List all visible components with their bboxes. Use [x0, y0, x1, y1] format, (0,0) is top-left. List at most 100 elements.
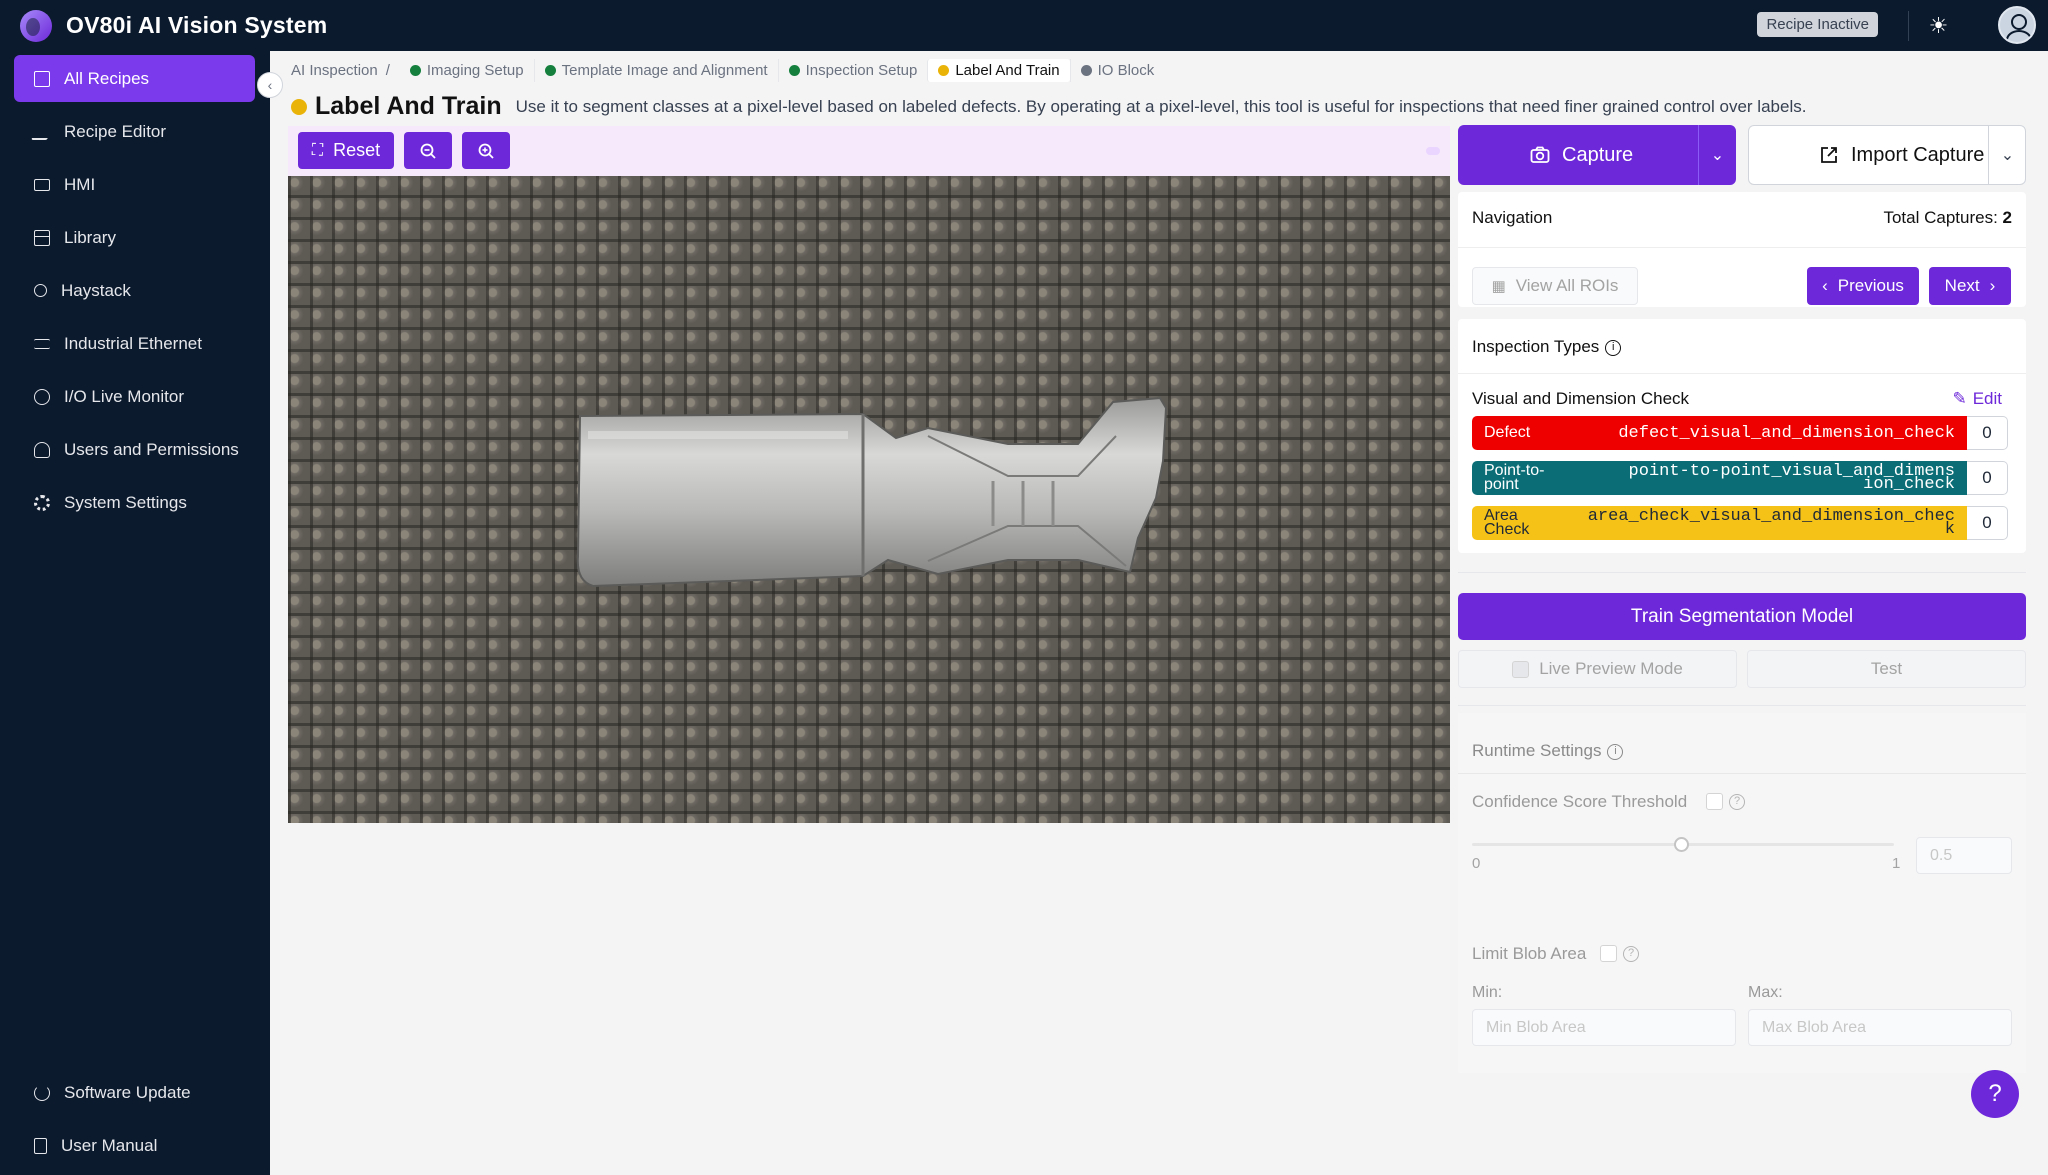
- runtime-settings-title: Runtime Settings: [1472, 741, 1602, 760]
- sidebar-item-label: User Manual: [61, 1135, 158, 1155]
- import-icon: [1821, 147, 1837, 163]
- sidebar-item-all-recipes[interactable]: All Recipes: [14, 55, 255, 102]
- step-io-block[interactable]: IO Block: [1069, 58, 1165, 82]
- capture-button[interactable]: Capture: [1458, 125, 1736, 185]
- step-template-alignment[interactable]: Template Image and Alignment: [533, 58, 778, 82]
- page-description: Use it to segment classes at a pixel-lev…: [515, 96, 1807, 116]
- class-row-area-check[interactable]: Area Check area_check_visual_and_dimensi…: [1472, 506, 2008, 540]
- info-icon[interactable]: i: [1607, 743, 1624, 760]
- sidebar-item-io-live-monitor[interactable]: I/O Live Monitor: [14, 373, 255, 420]
- step-label-and-train[interactable]: Label And Train: [927, 58, 1070, 82]
- import-capture-button[interactable]: Import Capture: [1748, 125, 2026, 185]
- sidebar-item-label: Software Update: [64, 1082, 191, 1102]
- view-all-rois-label: View All ROIs: [1515, 276, 1619, 295]
- slider-max-label: 1: [1892, 855, 1901, 872]
- breadcrumb-root[interactable]: AI Inspection: [291, 62, 378, 79]
- class-pill[interactable]: Point-to-point point-to-point_visual_and…: [1472, 461, 1967, 495]
- sidebar-item-industrial-ethernet[interactable]: Industrial Ethernet: [14, 320, 255, 367]
- class-pill[interactable]: Area Check area_check_visual_and_dimensi…: [1472, 506, 1967, 540]
- max-blob-area-input[interactable]: Max Blob Area: [1748, 1009, 2012, 1046]
- status-dot-icon: [544, 64, 556, 76]
- sidebar-item-hmi[interactable]: HMI: [14, 161, 255, 208]
- max-label: Max:: [1748, 984, 1783, 1001]
- reset-label: Reset: [333, 140, 381, 160]
- toolbar-handle-icon[interactable]: [1426, 147, 1440, 155]
- limit-blob-checkbox[interactable]: [1600, 945, 1617, 962]
- confidence-checkbox[interactable]: [1706, 793, 1723, 810]
- step-label: Inspection Setup: [805, 61, 918, 79]
- confidence-value-input[interactable]: 0.5: [1916, 837, 2012, 874]
- zoom-in-button[interactable]: [462, 132, 510, 169]
- document-icon: [34, 70, 50, 87]
- chevron-left-icon: ‹: [1822, 276, 1828, 295]
- runtime-settings-heading: Runtime Settings i: [1472, 741, 1624, 761]
- class-code: point-to-point_visual_and_dimension_chec…: [1628, 462, 1955, 494]
- metal-terminal-part-image: [576, 396, 1168, 588]
- sidebar-item-label: Users and Permissions: [64, 439, 239, 459]
- monitor-icon: [34, 388, 50, 405]
- inspection-types-card: Inspection Types i Visual and Dimension C…: [1458, 319, 2026, 553]
- class-pill[interactable]: Defect defect_visual_and_dimension_check: [1472, 416, 1967, 450]
- step-inspection-setup[interactable]: Inspection Setup: [777, 58, 928, 82]
- min-blob-area-input[interactable]: Min Blob Area: [1472, 1009, 1736, 1046]
- help-question-icon[interactable]: ?: [1971, 1070, 2019, 1118]
- inspection-types-heading: Inspection Types i: [1472, 337, 1622, 357]
- sidebar: All Recipes Recipe Editor HMI Library Ha…: [0, 51, 270, 1175]
- help-icon[interactable]: ?: [1623, 946, 1639, 962]
- confidence-threshold-label: Confidence Score Threshold: [1472, 792, 1688, 811]
- sidebar-item-recipe-editor[interactable]: Recipe Editor: [14, 108, 255, 155]
- sidebar-item-system-settings[interactable]: System Settings: [14, 479, 255, 526]
- status-dot-icon: [409, 64, 421, 76]
- live-preview-label: Live Preview Mode: [1539, 659, 1683, 678]
- live-preview-checkbox[interactable]: [1512, 660, 1530, 678]
- view-all-rois-button[interactable]: ▦ View All ROIs: [1472, 267, 1638, 305]
- info-icon[interactable]: i: [1605, 339, 1622, 356]
- search-icon: [34, 284, 47, 297]
- capture-image-canvas[interactable]: [288, 176, 1450, 823]
- test-button[interactable]: Test: [1747, 650, 2026, 688]
- total-captures-value: 2: [2002, 208, 2012, 227]
- class-count: 0: [1967, 416, 2008, 450]
- step-label: Label And Train: [955, 61, 1060, 79]
- user-avatar-icon[interactable]: [1998, 6, 2036, 44]
- sidebar-item-label: Industrial Ethernet: [64, 333, 202, 353]
- collapse-sidebar-chevron-icon[interactable]: ‹: [257, 72, 283, 98]
- app-logo-icon: [20, 9, 52, 42]
- previous-button[interactable]: ‹ Previous: [1807, 267, 1919, 305]
- sidebar-item-label: HMI: [64, 174, 96, 194]
- sidebar-item-haystack[interactable]: Haystack: [14, 267, 255, 314]
- zoom-out-icon: [420, 143, 436, 159]
- step-imaging-setup[interactable]: Imaging Setup: [400, 59, 534, 82]
- class-count: 0: [1967, 461, 2008, 495]
- live-preview-mode-toggle[interactable]: Live Preview Mode: [1458, 650, 1737, 688]
- previous-label: Previous: [1837, 276, 1904, 295]
- class-row-defect[interactable]: Defect defect_visual_and_dimension_check…: [1472, 416, 2008, 450]
- theme-toggle-sun-icon[interactable]: ☀: [1908, 11, 1958, 41]
- sidebar-item-user-manual[interactable]: User Manual: [14, 1122, 255, 1169]
- edit-button[interactable]: ✎ Edit: [1952, 389, 2002, 409]
- recipe-status-badge: Recipe Inactive: [1757, 12, 1878, 37]
- status-dot-icon: [1080, 64, 1092, 76]
- class-row-point-to-point[interactable]: Point-to-point point-to-point_visual_and…: [1472, 461, 2008, 495]
- import-dropdown-chevron-icon[interactable]: ⌄: [1988, 125, 2026, 185]
- gear-icon: [34, 494, 50, 511]
- help-icon[interactable]: ?: [1729, 794, 1745, 810]
- sidebar-item-label: I/O Live Monitor: [64, 386, 184, 406]
- sidebar-item-software-update[interactable]: Software Update: [14, 1069, 255, 1116]
- total-captures: Total Captures: 2: [1883, 208, 2012, 228]
- class-name: Area Check: [1484, 507, 1530, 538]
- train-segmentation-model-button[interactable]: Train Segmentation Model: [1458, 593, 2026, 640]
- zoom-out-button[interactable]: [404, 132, 452, 169]
- reset-view-button[interactable]: ⛶ Reset: [298, 132, 394, 169]
- chevron-right-icon: ›: [1989, 276, 1996, 295]
- sidebar-item-users-permissions[interactable]: Users and Permissions: [14, 426, 255, 473]
- next-button[interactable]: Next ›: [1929, 267, 2011, 305]
- capture-dropdown-chevron-icon[interactable]: ⌄: [1698, 125, 1736, 185]
- navigation-card: Navigation Total Captures: 2 ▦ View All …: [1458, 192, 2026, 307]
- confidence-slider-handle[interactable]: [1674, 837, 1689, 852]
- capture-label: Capture: [1562, 143, 1634, 166]
- sidebar-item-library[interactable]: Library: [14, 214, 255, 261]
- step-label: Template Image and Alignment: [561, 61, 768, 79]
- sidebar-item-label: Recipe Editor: [64, 121, 167, 141]
- page-title: Label And Train: [315, 92, 502, 120]
